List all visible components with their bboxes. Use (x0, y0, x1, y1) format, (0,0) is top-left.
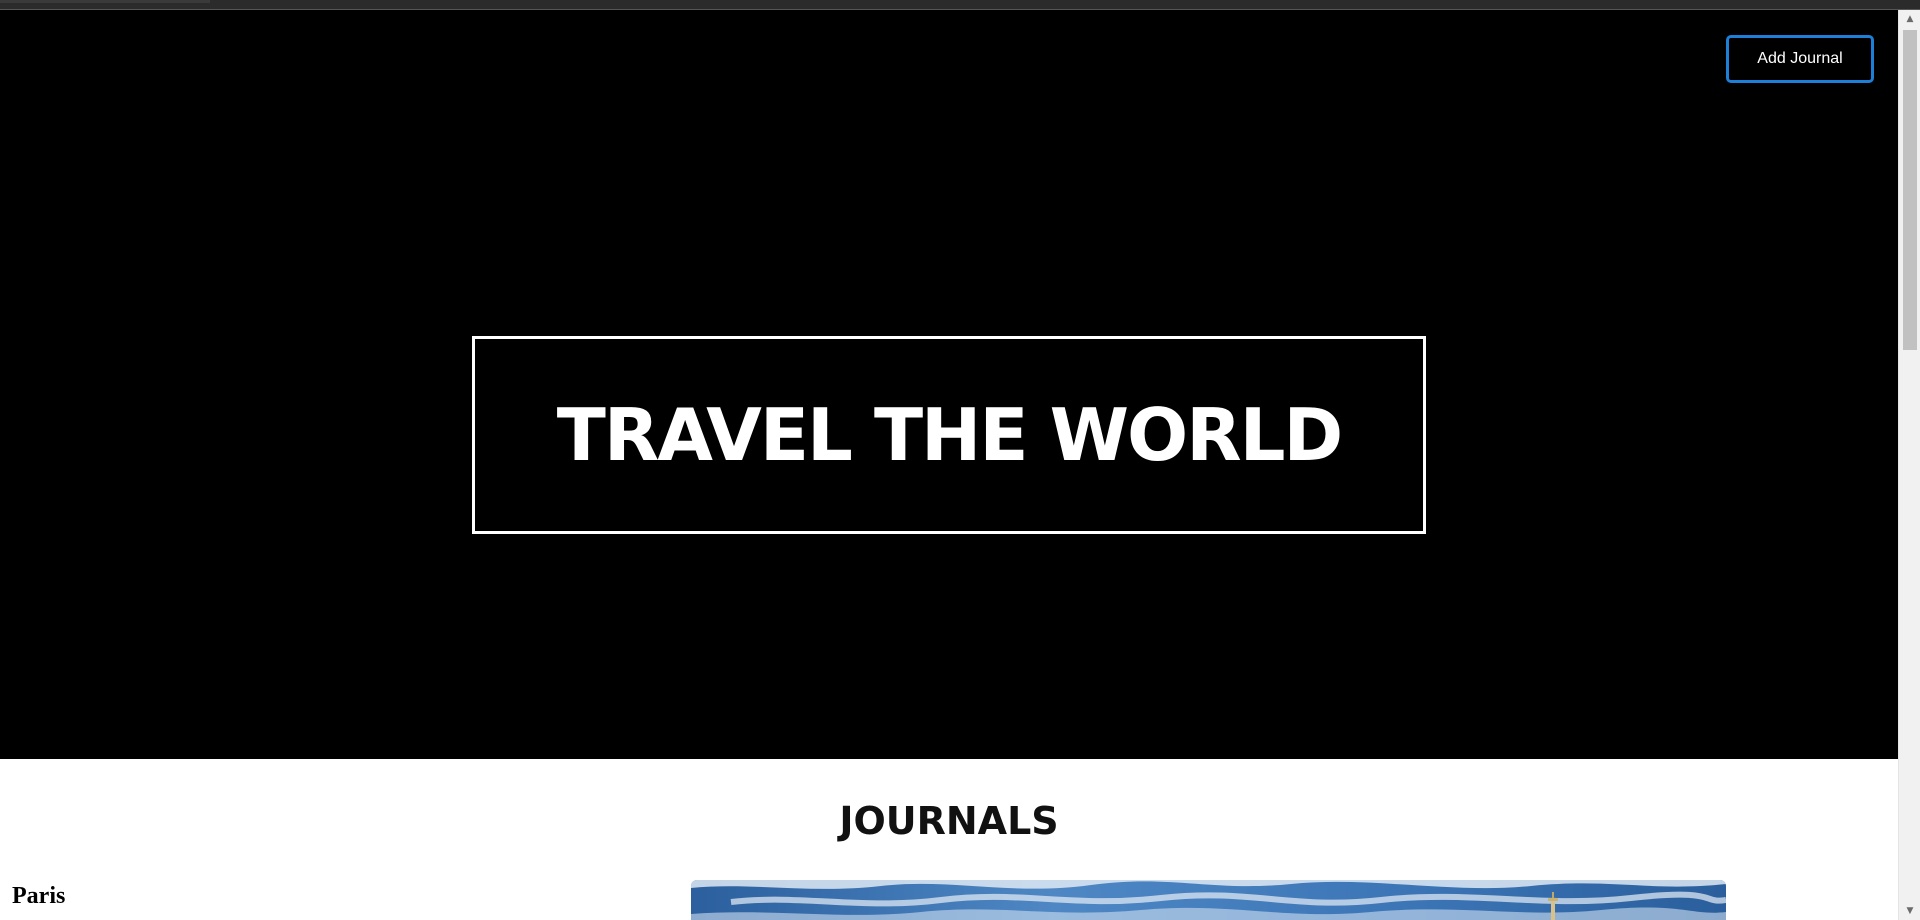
page: Add Journal TRAVEL THE WORLD JOURNALS Pa… (0, 10, 1898, 920)
browser-viewport: Add Journal TRAVEL THE WORLD JOURNALS Pa… (0, 0, 1920, 920)
eiffel-tower-photo-icon (691, 880, 1726, 920)
journal-card-paris[interactable]: Paris (0, 759, 1898, 920)
hero-title: TRAVEL THE WORLD (556, 393, 1344, 477)
journal-image (691, 880, 1726, 920)
journals-section: JOURNALS Paris (0, 759, 1898, 920)
journal-title: Paris (12, 883, 66, 909)
hero-section: Add Journal TRAVEL THE WORLD (0, 10, 1898, 759)
browser-top-strip (0, 0, 1920, 10)
add-journal-button[interactable]: Add Journal (1726, 35, 1874, 83)
scrollbar-thumb[interactable] (1903, 30, 1917, 350)
vertical-scrollbar[interactable]: ▲ ▼ (1898, 10, 1920, 920)
scroll-down-arrow-icon[interactable]: ▼ (1899, 902, 1920, 920)
scroll-up-arrow-icon[interactable]: ▲ (1899, 10, 1920, 28)
hero-title-box: TRAVEL THE WORLD (472, 336, 1426, 534)
browser-tab-indicator (0, 0, 210, 3)
